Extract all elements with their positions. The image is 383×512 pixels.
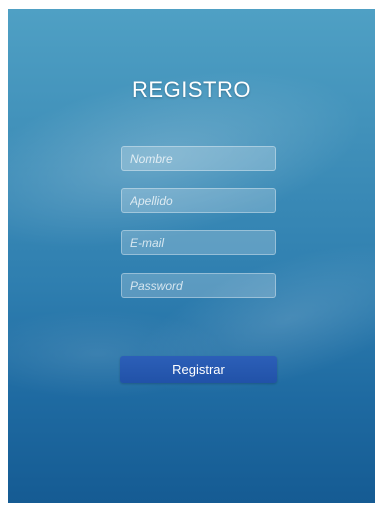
email-field[interactable]	[121, 230, 276, 255]
screen-frame: REGISTRO Registrar	[0, 0, 383, 512]
nombre-field[interactable]	[121, 146, 276, 171]
registrar-button[interactable]: Registrar	[120, 356, 277, 383]
apellido-field[interactable]	[121, 188, 276, 213]
registration-screen: REGISTRO Registrar	[8, 9, 375, 503]
password-field[interactable]	[121, 273, 276, 298]
page-title: REGISTRO	[132, 77, 251, 102]
